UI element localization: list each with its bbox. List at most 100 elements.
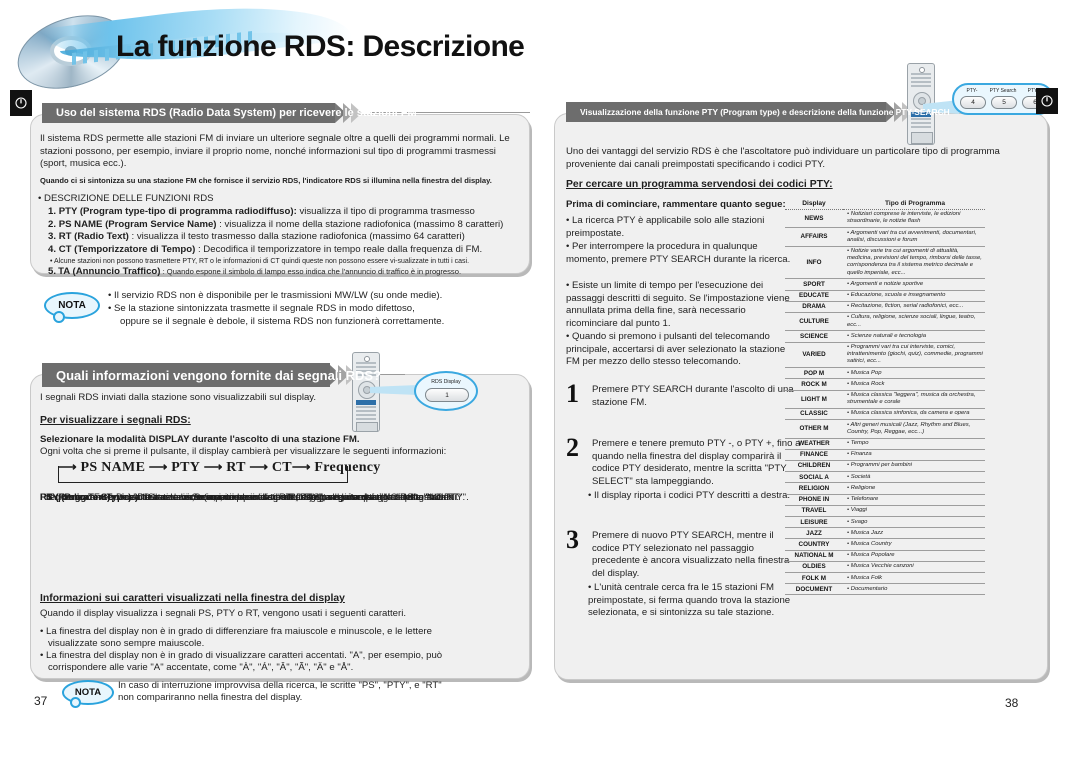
pty-code: TRAVEL: [785, 505, 843, 518]
page-number-right: 38: [1005, 696, 1019, 710]
rds-display-mode-normal: Ogni volta che si preme il pulsante, il …: [40, 446, 447, 457]
pty-intro-text: Uno dei vantaggi del servizio RDS è che …: [566, 146, 1000, 170]
list-item-number: 3.: [48, 231, 57, 243]
table-row: OLDIES • Musica Vecchie canzoni: [785, 561, 985, 574]
chars-bullet2-line1: • La finestra del display non è in grado…: [40, 650, 443, 661]
pty-code: CHILDREN: [785, 460, 843, 473]
table-row: SCIENCE • Scienze naturali e tecnologia: [785, 330, 985, 343]
pty-code: FINANCE: [785, 449, 843, 461]
pty-description: • Scienze naturali e tecnologia: [843, 330, 985, 343]
pty-before-bullet-3: • Esiste un limite di tempo per l'esecuz…: [566, 280, 790, 329]
rds-display-mode-bold: Selezionare la modalità DISPLAY durante …: [40, 434, 360, 445]
table-row: NATIONAL M • Musica Popolare: [785, 550, 985, 562]
list-item-number: 2.: [48, 218, 57, 230]
pty-minus-button[interactable]: 4: [960, 96, 986, 109]
pty-code: NATIONAL M: [785, 550, 843, 562]
rds-tuning-note: Quando ci si sintonizza su una stazione …: [40, 176, 492, 185]
step-2-subnote: • Il display riporta i codici PTY descri…: [588, 490, 791, 501]
pty-description: • Musica classica "leggera", musica da o…: [843, 390, 985, 409]
pty-description: • Musica Rock: [843, 378, 985, 391]
pty-code: EDUCATE: [785, 290, 843, 302]
pty-description: • Finanza: [843, 449, 985, 461]
pty-code: SPORT: [785, 278, 843, 291]
pty-description: • Musica Country: [843, 538, 985, 551]
pty-code: FOLK M: [785, 572, 843, 585]
pty-description: • Argomenti e notizie sportive: [843, 278, 985, 291]
power-indicator-icon-right: [1036, 88, 1058, 114]
list-item-bold: TA (Annuncio Traffico): [58, 266, 161, 278]
pty-description: • Telefonare: [843, 494, 985, 506]
pty-code: DRAMA: [785, 301, 843, 313]
pty-description: • Programmi vari tra cui interviste, com…: [843, 342, 985, 369]
list-item-bold: RT (Radio Text): [58, 231, 129, 243]
chars-bullet2-line2: corrispondere alle varie "A" accentate, …: [48, 662, 354, 673]
rds-signals-banner-label: Quali informazioni vengono fornite dai s…: [56, 367, 382, 383]
table-row: CLASSIC • Musica classica sinfonica, da c…: [785, 408, 985, 421]
rds-signals-subtitle: Per visualizzare i segnali RDS:: [40, 415, 191, 426]
pty-minus-number: 4: [971, 99, 975, 106]
pty-search-button[interactable]: 5: [991, 96, 1017, 109]
definition-row: Frequenza: Frequenza della stazione (ser…: [40, 492, 315, 505]
list-item-rest: visualizza il tipo di programma trasmess…: [296, 206, 475, 217]
step-3-text: Premere di nuovo PTY SEARCH, mentre il c…: [592, 530, 790, 579]
nota2-line2: non compariranno nella finestra del disp…: [118, 692, 303, 703]
list-item: 2. PS NAME (Program Service Name) : visu…: [48, 219, 520, 232]
pty-banner-label: Visualizzazione della funzione PTY (Prog…: [580, 107, 950, 117]
step-1-text: Premere PTY SEARCH durante l'ascolto di …: [592, 384, 794, 408]
pty-code: AFFAIRS: [785, 227, 843, 247]
pty-code: WEATHER: [785, 438, 843, 450]
chars-bullet1-line2: visualizzate sono sempre maiuscole.: [48, 638, 205, 649]
rds-display-button-number: 1: [445, 391, 449, 399]
pty-code: VARIED: [785, 342, 843, 369]
rds-usage-banner: Uso del sistema RDS (Radio Data System) …: [42, 103, 417, 123]
nota-label: NOTA: [58, 300, 86, 311]
pty-description: • Notiziari comprese le interviste, le e…: [843, 209, 985, 229]
list-item-rest: : visualizza il testo trasmesso dalla st…: [128, 231, 465, 243]
rds-functions-subnote: • Alcune stazioni non possono trasmetter…: [50, 258, 470, 266]
table-row: CHILDREN • Programmi per bambini: [785, 460, 985, 473]
list-item: 5. TA (Annuncio Traffico) : Quando espon…: [48, 267, 520, 277]
flow-step: Frequency: [314, 460, 381, 475]
chars-info-intro: Quando il display visualizza i segnali P…: [40, 608, 407, 619]
nota-badge-2: NOTA: [62, 680, 114, 708]
pty-code: COUNTRY: [785, 538, 843, 551]
pty-description: • Musica Pop: [843, 367, 985, 380]
step-3-number: 3: [566, 525, 579, 554]
pty-description: • Musica Folk: [843, 572, 985, 585]
left-page: La funzione RDS: Descrizione Uso del sis…: [0, 0, 540, 763]
pty-banner: Visualizzazione della funzione PTY (Prog…: [566, 102, 950, 122]
list-item-number: 4.: [48, 243, 57, 255]
pty-code: POP M: [785, 367, 843, 380]
pty-code: PHONE IN: [785, 494, 843, 506]
nota1-line1: • Il servizio RDS non è disponibile per …: [108, 290, 443, 301]
definition-text: Frequenza della stazione (servizio non d…: [91, 492, 316, 503]
pty-header-display: Display: [785, 198, 843, 210]
pty-description: • Viaggi: [843, 505, 985, 518]
rds-signals-intro: I segnali RDS inviati dalla stazione son…: [40, 392, 317, 403]
table-row: COUNTRY • Musica Country: [785, 538, 985, 551]
pty-description: • Educazione, scuola e insegnamento: [843, 290, 985, 302]
pty-description: • Musica Vecchie canzoni: [843, 561, 985, 574]
step-2-text: Premere e tenere premuto PTY -, o PTY +,…: [592, 438, 801, 487]
table-row: OTHER M • Altri generi musicali (Jazz, Rh…: [785, 419, 985, 439]
pty-description: • Musica Jazz: [843, 527, 985, 540]
right-page: Visualizzazione della funzione PTY (Prog…: [540, 0, 1080, 763]
rds-display-button[interactable]: 1: [425, 388, 469, 402]
list-item-number: 5.: [48, 266, 57, 278]
list-item-rest: : Quando espone il simbolo di lampo esso…: [160, 267, 462, 277]
list-item: 1. PTY (Program type-tipo di programma r…: [48, 206, 520, 219]
pty-header-type: Tipo di Programma: [843, 198, 985, 210]
display-cycle-flow: ⟶ PS NAME ⟶ PTY ⟶ RT ⟶ CT⟶ Frequency: [58, 459, 381, 475]
pty-code: SOCIAL A: [785, 471, 843, 484]
list-item-bold: CT (Temporizzatore di Tempo): [58, 243, 196, 255]
step-3-subnote: • L'unità centrale cerca fra le 15 stazi…: [588, 582, 791, 619]
table-row: POP M • Musica Pop: [785, 367, 985, 380]
table-row: AFFAIRS • Argomenti vari tra cui avvenime…: [785, 227, 985, 247]
table-row: CULTURE • Cultura, religione, scienze soc…: [785, 312, 985, 332]
pty-before-bullet-4: • Quando si premono i pulsanti del telec…: [566, 331, 786, 368]
pty-description: • Documentario: [843, 583, 985, 596]
table-row: FINANCE • Finanza: [785, 449, 985, 461]
chars-info-title: Informazioni sui caratteri visualizzati …: [40, 593, 345, 604]
nota-label: NOTA: [74, 687, 102, 698]
rds-display-button-label: RDS Display: [431, 379, 461, 385]
